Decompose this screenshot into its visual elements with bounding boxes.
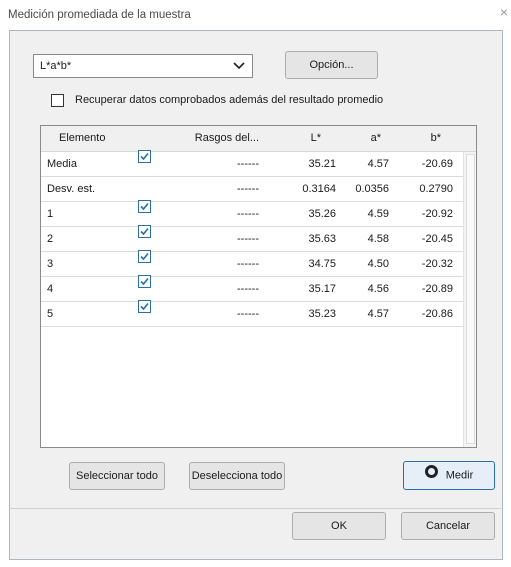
table-row[interactable]: 5 ------ 35.23 4.57 -20.86 bbox=[41, 300, 476, 327]
row-a: 4.56 bbox=[367, 283, 389, 295]
table-row[interactable]: 4 ------ 35.17 4.56 -20.89 bbox=[41, 275, 476, 302]
header-l[interactable]: L* bbox=[281, 126, 321, 151]
row-rasgos: ------ bbox=[237, 283, 259, 295]
cancel-button[interactable]: Cancelar bbox=[401, 512, 495, 540]
table-row[interactable]: 3 ------ 34.75 4.50 -20.32 bbox=[41, 250, 476, 277]
color-space-value: L*a*b* bbox=[40, 60, 72, 72]
header-b[interactable]: b* bbox=[396, 126, 441, 151]
row-element: Desv. est. bbox=[47, 183, 96, 195]
row-a: 4.59 bbox=[367, 208, 389, 220]
row-l: 35.17 bbox=[308, 283, 336, 295]
row-element: 2 bbox=[47, 233, 54, 245]
header-element[interactable]: Elemento bbox=[59, 126, 105, 151]
retrieve-data-label: Recuperar datos comprobados además del r… bbox=[75, 94, 384, 106]
measure-icon bbox=[424, 462, 438, 489]
deselect-all-button[interactable]: Deselecciona todo bbox=[189, 462, 285, 490]
row-l: 34.75 bbox=[308, 258, 336, 270]
header-rasgos[interactable]: Rasgos del... bbox=[191, 126, 259, 151]
table-header: Elemento Rasgos del... L* a* b* bbox=[41, 126, 476, 152]
retrieve-data-checkbox[interactable] bbox=[51, 94, 64, 107]
row-rasgos: ------ bbox=[237, 308, 259, 320]
row-element: Media bbox=[47, 158, 77, 170]
table-row[interactable]: 2 ------ 35.63 4.58 -20.45 bbox=[41, 225, 476, 252]
row-b: -20.89 bbox=[421, 283, 453, 295]
window-title: Medición promediada de la muestra bbox=[8, 9, 191, 21]
close-icon[interactable]: × bbox=[497, 4, 511, 20]
row-element: 4 bbox=[47, 283, 54, 295]
row-l: 35.23 bbox=[308, 308, 336, 320]
row-b: -20.86 bbox=[421, 308, 453, 320]
header-a[interactable]: a* bbox=[341, 126, 381, 151]
select-all-button[interactable]: Seleccionar todo bbox=[69, 462, 165, 490]
row-l: 35.63 bbox=[308, 233, 336, 245]
row-b: -20.45 bbox=[421, 233, 453, 245]
row-a: 4.50 bbox=[367, 258, 389, 270]
row-l: 35.26 bbox=[308, 208, 336, 220]
row-rasgos: ------ bbox=[237, 183, 259, 195]
row-rasgos: ------ bbox=[237, 233, 259, 245]
row-element: 3 bbox=[47, 258, 54, 270]
row-a: 4.58 bbox=[367, 233, 389, 245]
scrollbar-thumb[interactable] bbox=[466, 154, 475, 444]
row-b: 0.2790 bbox=[419, 183, 453, 195]
row-rasgos: ------ bbox=[237, 158, 259, 170]
row-element: 1 bbox=[47, 208, 54, 220]
chevron-down-icon bbox=[232, 57, 246, 78]
row-element: 5 bbox=[47, 308, 54, 320]
retrieve-data-row[interactable]: Recuperar datos comprobados además del r… bbox=[51, 94, 383, 108]
row-rasgos: ------ bbox=[237, 258, 259, 270]
option-button[interactable]: Opción... bbox=[285, 51, 378, 79]
table-row[interactable]: Desv. est. ------ 0.3164 0.0356 0.2790 bbox=[41, 177, 476, 202]
ok-button[interactable]: OK bbox=[292, 512, 386, 540]
row-a: 0.0356 bbox=[355, 183, 389, 195]
row-l: 0.3164 bbox=[302, 183, 336, 195]
measure-label: Medir bbox=[445, 469, 474, 482]
footer-divider bbox=[9, 508, 501, 509]
results-table: Elemento Rasgos del... L* a* b* Media --… bbox=[40, 125, 477, 448]
row-b: -20.92 bbox=[421, 208, 453, 220]
measure-button[interactable]: Medir bbox=[403, 461, 495, 490]
row-b: -20.69 bbox=[421, 158, 453, 170]
table-row[interactable]: Media ------ 35.21 4.57 -20.69 bbox=[41, 150, 476, 177]
color-space-dropdown[interactable]: L*a*b* bbox=[33, 54, 253, 78]
row-a: 4.57 bbox=[367, 158, 389, 170]
row-rasgos: ------ bbox=[237, 208, 259, 220]
row-l: 35.21 bbox=[308, 158, 336, 170]
row-a: 4.57 bbox=[367, 308, 389, 320]
row-b: -20.32 bbox=[421, 258, 453, 270]
table-row[interactable]: 1 ------ 35.26 4.59 -20.92 bbox=[41, 200, 476, 227]
